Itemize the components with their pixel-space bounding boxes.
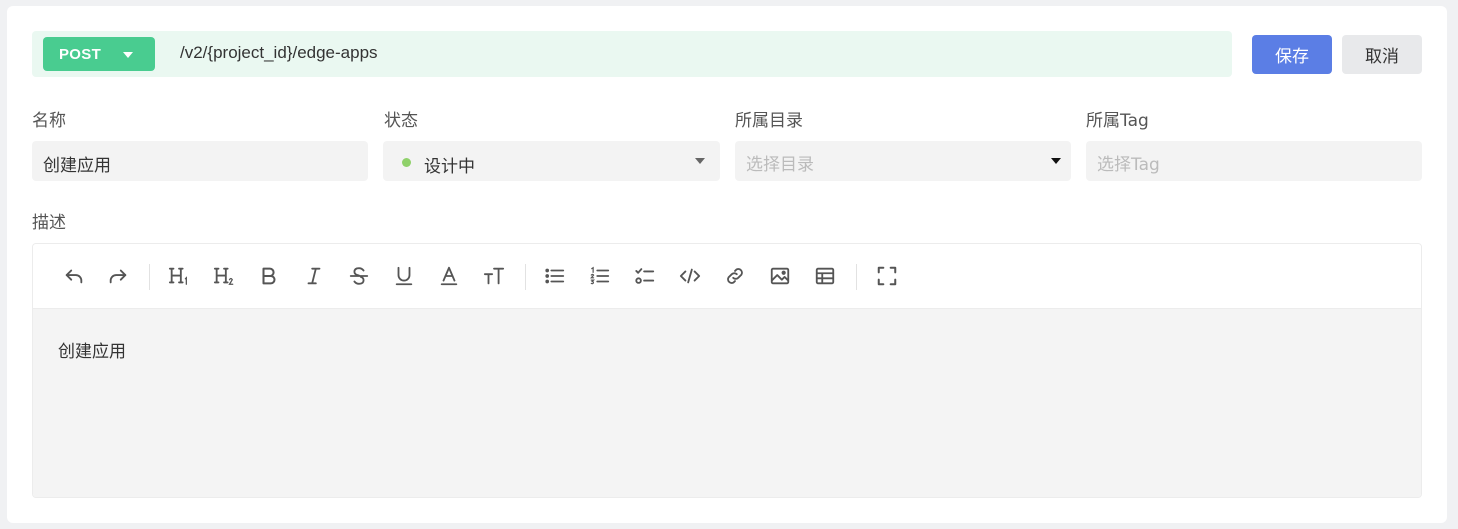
save-button[interactable]: 保存 <box>1252 35 1332 74</box>
url-path-input[interactable]: /v2/{project_id}/edge-apps <box>180 43 378 63</box>
toolbar-divider <box>856 264 857 290</box>
code-icon[interactable] <box>677 263 703 289</box>
directory-label: 所属目录 <box>735 111 803 131</box>
editor-toolbar <box>33 244 1421 309</box>
toolbar-divider <box>525 264 526 290</box>
name-label: 名称 <box>32 111 66 131</box>
tag-placeholder: 选择Tag <box>1097 155 1160 175</box>
italic-icon[interactable] <box>301 263 327 289</box>
task-list-icon[interactable] <box>632 263 658 289</box>
status-label: 状态 <box>384 111 418 131</box>
ordered-list-icon[interactable] <box>587 263 613 289</box>
tag-label: 所属Tag <box>1086 111 1149 131</box>
heading2-icon[interactable] <box>211 263 237 289</box>
description-editor: 创建应用 <box>32 243 1422 498</box>
name-value: 创建应用 <box>43 156 111 176</box>
image-icon[interactable] <box>767 263 793 289</box>
chevron-down-icon <box>123 52 133 58</box>
status-value: 设计中 <box>424 157 475 177</box>
editor-content-area[interactable]: 创建应用 <box>33 309 1421 497</box>
fullscreen-icon[interactable] <box>874 263 900 289</box>
bold-icon[interactable] <box>256 263 282 289</box>
method-dropdown[interactable]: POST <box>43 37 155 71</box>
directory-placeholder: 选择目录 <box>746 155 814 175</box>
chevron-down-icon <box>695 158 705 164</box>
table-icon[interactable] <box>812 263 838 289</box>
undo-icon[interactable] <box>61 263 87 289</box>
font-color-icon[interactable] <box>436 263 462 289</box>
description-text: 创建应用 <box>58 342 126 362</box>
description-label: 描述 <box>32 213 66 233</box>
font-size-icon[interactable] <box>481 263 507 289</box>
method-label: POST <box>59 46 102 63</box>
heading1-icon[interactable] <box>166 263 192 289</box>
cancel-button[interactable]: 取消 <box>1342 35 1422 74</box>
underline-icon[interactable] <box>391 263 417 289</box>
tag-select[interactable]: 选择Tag <box>1086 141 1422 181</box>
toolbar-divider <box>149 264 150 290</box>
bullet-list-icon[interactable] <box>542 263 568 289</box>
status-select[interactable]: 设计中 <box>383 141 720 181</box>
status-dot-icon <box>402 158 411 167</box>
strikethrough-icon[interactable] <box>346 263 372 289</box>
chevron-down-icon <box>1051 158 1061 164</box>
redo-icon[interactable] <box>105 263 131 289</box>
name-input[interactable]: 创建应用 <box>32 141 368 181</box>
directory-select[interactable]: 选择目录 <box>735 141 1071 181</box>
link-icon[interactable] <box>722 263 748 289</box>
